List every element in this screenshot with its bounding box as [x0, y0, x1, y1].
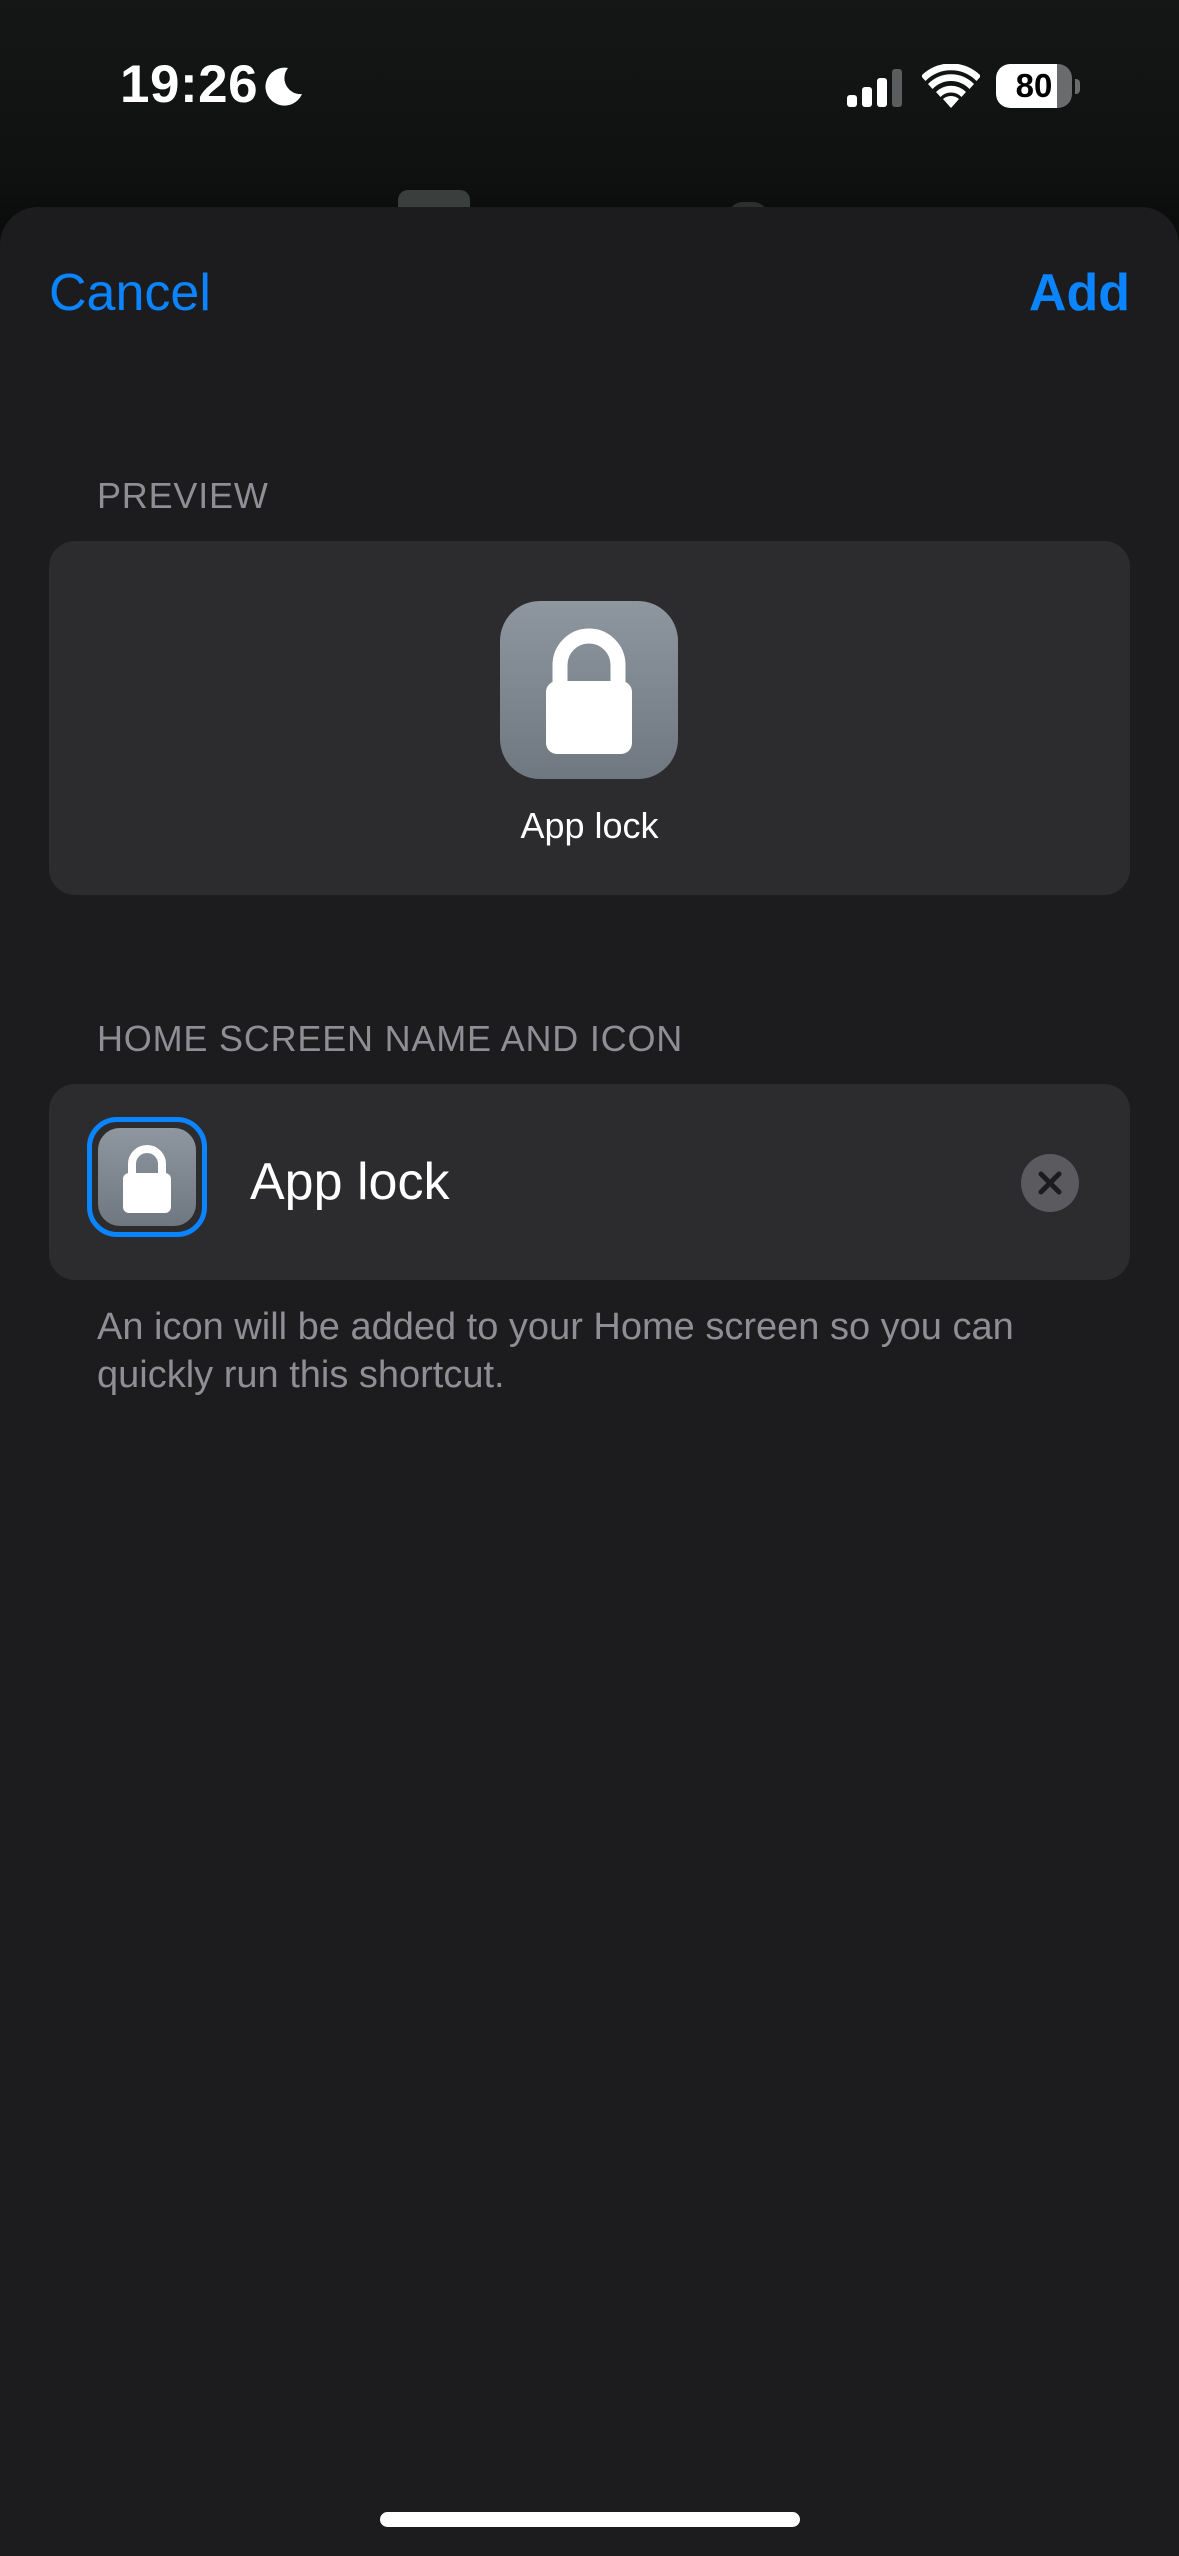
add-shortcut-sheet: Cancel Add PREVIEW App lock HOME SCREEN … [0, 207, 1179, 2556]
cancel-button[interactable]: Cancel [49, 263, 211, 323]
home-screen-section-header: HOME SCREEN NAME AND ICON [97, 1018, 684, 1059]
shortcut-icon [98, 1128, 196, 1226]
add-button[interactable]: Add [1029, 263, 1130, 323]
cellular-signal-icon [847, 69, 902, 107]
status-bar: 19:26 80 [0, 0, 1179, 170]
battery-icon: 80 [996, 64, 1080, 110]
add-to-home-screen-screen: 19:26 80 Cancel Add PREVIEW App lock HOM… [0, 0, 1179, 2556]
battery-cap [1075, 79, 1080, 94]
clear-text-button[interactable] [1021, 1154, 1079, 1212]
preview-section-header: PREVIEW [97, 475, 269, 516]
home-screen-footer-note: An icon will be added to your Home scree… [97, 1306, 1014, 1396]
clear-x-icon [1038, 1171, 1062, 1195]
wifi-icon [922, 64, 980, 108]
battery-level: 80 [1015, 67, 1053, 104]
shortcut-name-input[interactable] [250, 1142, 1010, 1222]
icon-picker-button[interactable] [87, 1117, 207, 1237]
name-and-icon-card [49, 1084, 1130, 1280]
lock-icon [123, 1145, 171, 1213]
lock-icon [546, 628, 632, 754]
moon-icon [265, 67, 302, 106]
preview-app-icon [500, 601, 678, 779]
preview-card: App lock [49, 541, 1130, 895]
battery-body: 80 [996, 64, 1072, 108]
home-indicator[interactable] [380, 2512, 800, 2527]
status-time: 19:26 [120, 55, 259, 114]
preview-app-label: App lock [520, 805, 659, 846]
